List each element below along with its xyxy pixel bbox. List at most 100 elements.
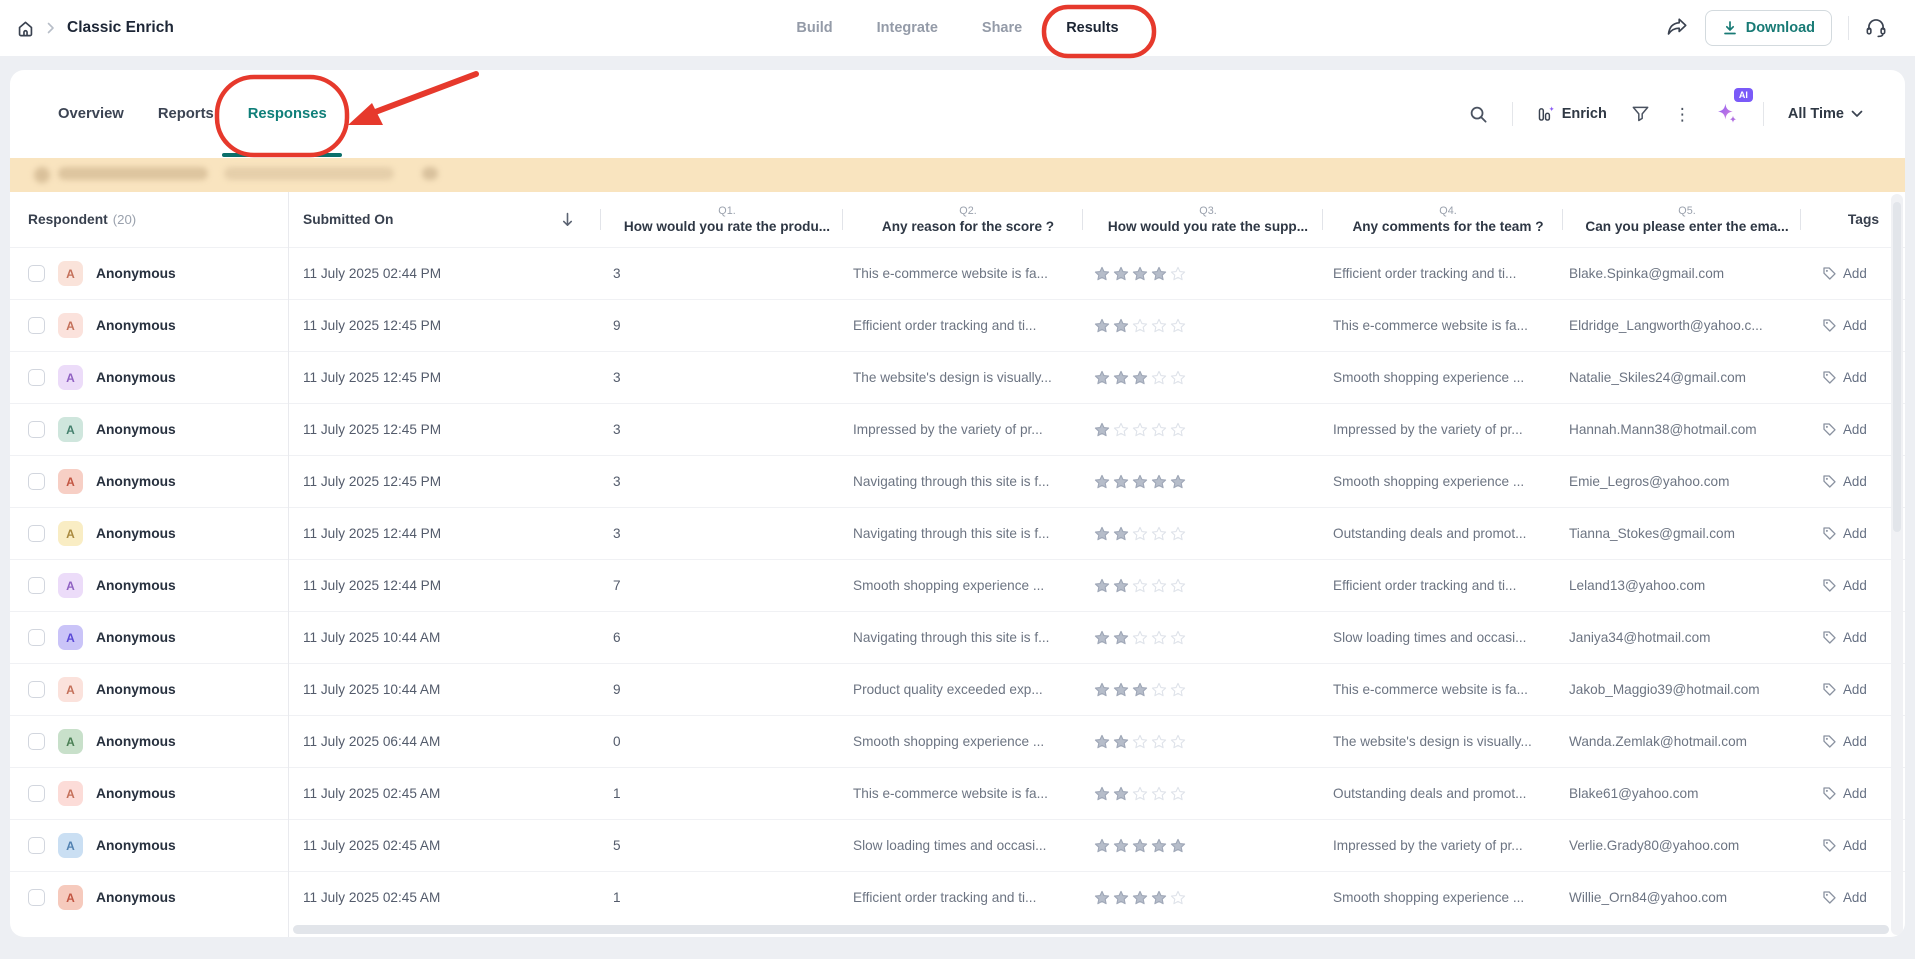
table-row[interactable]: A Anonymous 11 July 2025 10:44 AM 6 Navi… [10,611,1905,663]
page-title: Classic Enrich [67,19,174,37]
star-filled-icon [1094,578,1110,594]
tab-reports[interactable]: Reports [158,106,214,122]
column-submitted-on[interactable]: Submitted On [288,192,600,247]
time-filter-dropdown[interactable]: All Time [1788,106,1863,122]
table-row[interactable]: A Anonymous 11 July 2025 02:45 AM 5 Slow… [10,819,1905,871]
add-tag-button[interactable]: Add [1800,456,1905,507]
table-row[interactable]: A Anonymous 11 July 2025 12:45 PM 9 Effi… [10,299,1905,351]
divider [1512,102,1513,126]
add-tag-button[interactable]: Add [1800,508,1905,559]
row-checkbox[interactable] [28,785,45,802]
table-row[interactable]: A Anonymous 11 July 2025 02:45 AM 1 Effi… [10,871,1905,923]
home-icon[interactable] [16,19,35,38]
q5-email-value: Jakob_Maggio39@hotmail.com [1562,664,1800,715]
row-checkbox[interactable] [28,317,45,334]
more-options-icon[interactable]: ⋮ [1674,106,1691,123]
nav-share[interactable]: Share [982,20,1022,36]
add-tag-button[interactable]: Add [1800,560,1905,611]
star-filled-icon [1132,682,1148,698]
respondent-name: Anonymous [96,890,176,905]
row-checkbox[interactable] [28,681,45,698]
table-row[interactable]: A Anonymous 11 July 2025 12:44 PM 3 Navi… [10,507,1905,559]
star-empty-icon [1170,526,1186,542]
tab-responses[interactable]: Responses [248,106,327,122]
star-filled-icon [1094,422,1110,438]
row-checkbox[interactable] [28,837,45,854]
add-tag-button[interactable]: Add [1800,404,1905,455]
q5-email-value: Hannah.Mann38@hotmail.com [1562,404,1800,455]
column-q4[interactable]: Q4. Any comments for the team ? [1322,192,1562,247]
q2-answer-text: Efficient order tracking and ti... [842,872,1082,923]
table-row[interactable]: A Anonymous 11 July 2025 06:44 AM 0 Smoo… [10,715,1905,767]
star-empty-icon [1151,370,1167,386]
q1-rating-value: 1 [600,872,842,923]
nav-results[interactable]: Results [1066,20,1118,36]
q4-answer-text: Impressed by the variety of pr... [1322,820,1562,871]
row-checkbox[interactable] [28,265,45,282]
tag-icon [1822,734,1837,749]
table-row[interactable]: A Anonymous 11 July 2025 12:45 PM 3 The … [10,351,1905,403]
sort-descending-icon[interactable] [561,212,574,227]
add-tag-button[interactable]: Add [1800,820,1905,871]
star-filled-icon [1094,786,1110,802]
submitted-on-value: 11 July 2025 12:45 PM [288,456,600,507]
screen: Classic Enrich Build Integrate Share Res… [0,0,1915,959]
add-tag-button[interactable]: Add [1800,872,1905,923]
row-checkbox[interactable] [28,525,45,542]
submitted-on-value: 11 July 2025 02:45 AM [288,768,600,819]
add-tag-button[interactable]: Add [1800,300,1905,351]
column-q1[interactable]: Q1. How would you rate the produ... [600,192,842,247]
add-tag-button[interactable]: Add [1800,768,1905,819]
row-checkbox[interactable] [28,369,45,386]
q4-answer-text: Smooth shopping experience ... [1322,352,1562,403]
row-checkbox[interactable] [28,629,45,646]
star-empty-icon [1151,422,1167,438]
column-tags[interactable]: Tags [1800,192,1905,247]
add-tag-button[interactable]: Add [1800,664,1905,715]
share-forward-icon[interactable] [1665,17,1689,39]
tab-overview[interactable]: Overview [58,106,124,122]
column-respondent[interactable]: Respondent (20) [10,192,288,247]
row-checkbox[interactable] [28,889,45,906]
submitted-on-value: 11 July 2025 10:44 AM [288,612,600,663]
row-checkbox[interactable] [28,733,45,750]
add-tag-button[interactable]: Add [1800,612,1905,663]
avatar: A [58,573,83,598]
table-row[interactable]: A Anonymous 11 July 2025 10:44 AM 9 Prod… [10,663,1905,715]
download-button[interactable]: Download [1705,10,1832,46]
search-icon[interactable] [1469,105,1488,124]
nav-integrate[interactable]: Integrate [877,20,938,36]
star-empty-icon [1170,630,1186,646]
breadcrumb: Classic Enrich [16,0,174,56]
q3-star-rating [1082,248,1322,299]
horizontal-scrollbar-thumb[interactable] [293,925,1889,934]
add-tag-label: Add [1843,370,1867,385]
vertical-scrollbar-thumb[interactable] [1893,202,1901,532]
column-q3[interactable]: Q3. How would you rate the supp... [1082,192,1322,247]
row-checkbox[interactable] [28,473,45,490]
enrich-button[interactable]: Enrich [1537,105,1607,123]
table-header: Respondent (20) Submitted On Q1. How wou… [10,192,1905,247]
column-q2[interactable]: Q2. Any reason for the score ? [842,192,1082,247]
add-tag-button[interactable]: Add [1800,352,1905,403]
support-headset-icon[interactable] [1865,17,1887,39]
add-tag-button[interactable]: Add [1800,248,1905,299]
row-checkbox[interactable] [28,421,45,438]
table-row[interactable]: A Anonymous 11 July 2025 12:44 PM 7 Smoo… [10,559,1905,611]
q3-star-rating [1082,716,1322,767]
avatar: A [58,417,83,442]
column-q5[interactable]: Q5. Can you please enter the ema... [1562,192,1800,247]
star-filled-icon [1113,318,1129,334]
add-tag-button[interactable]: Add [1800,716,1905,767]
table-row[interactable]: A Anonymous 11 July 2025 12:45 PM 3 Impr… [10,403,1905,455]
ai-assistant-button[interactable]: AI [1715,102,1739,126]
q1-rating-value: 9 [600,664,842,715]
table-row[interactable]: A Anonymous 11 July 2025 12:45 PM 3 Navi… [10,455,1905,507]
star-filled-icon [1094,630,1110,646]
table-row[interactable]: A Anonymous 11 July 2025 02:44 PM 3 This… [10,247,1905,299]
nav-build[interactable]: Build [796,20,832,36]
row-checkbox[interactable] [28,577,45,594]
filter-icon[interactable] [1631,105,1650,123]
q4-question: Any comments for the team ? [1352,219,1543,234]
table-row[interactable]: A Anonymous 11 July 2025 02:45 AM 1 This… [10,767,1905,819]
